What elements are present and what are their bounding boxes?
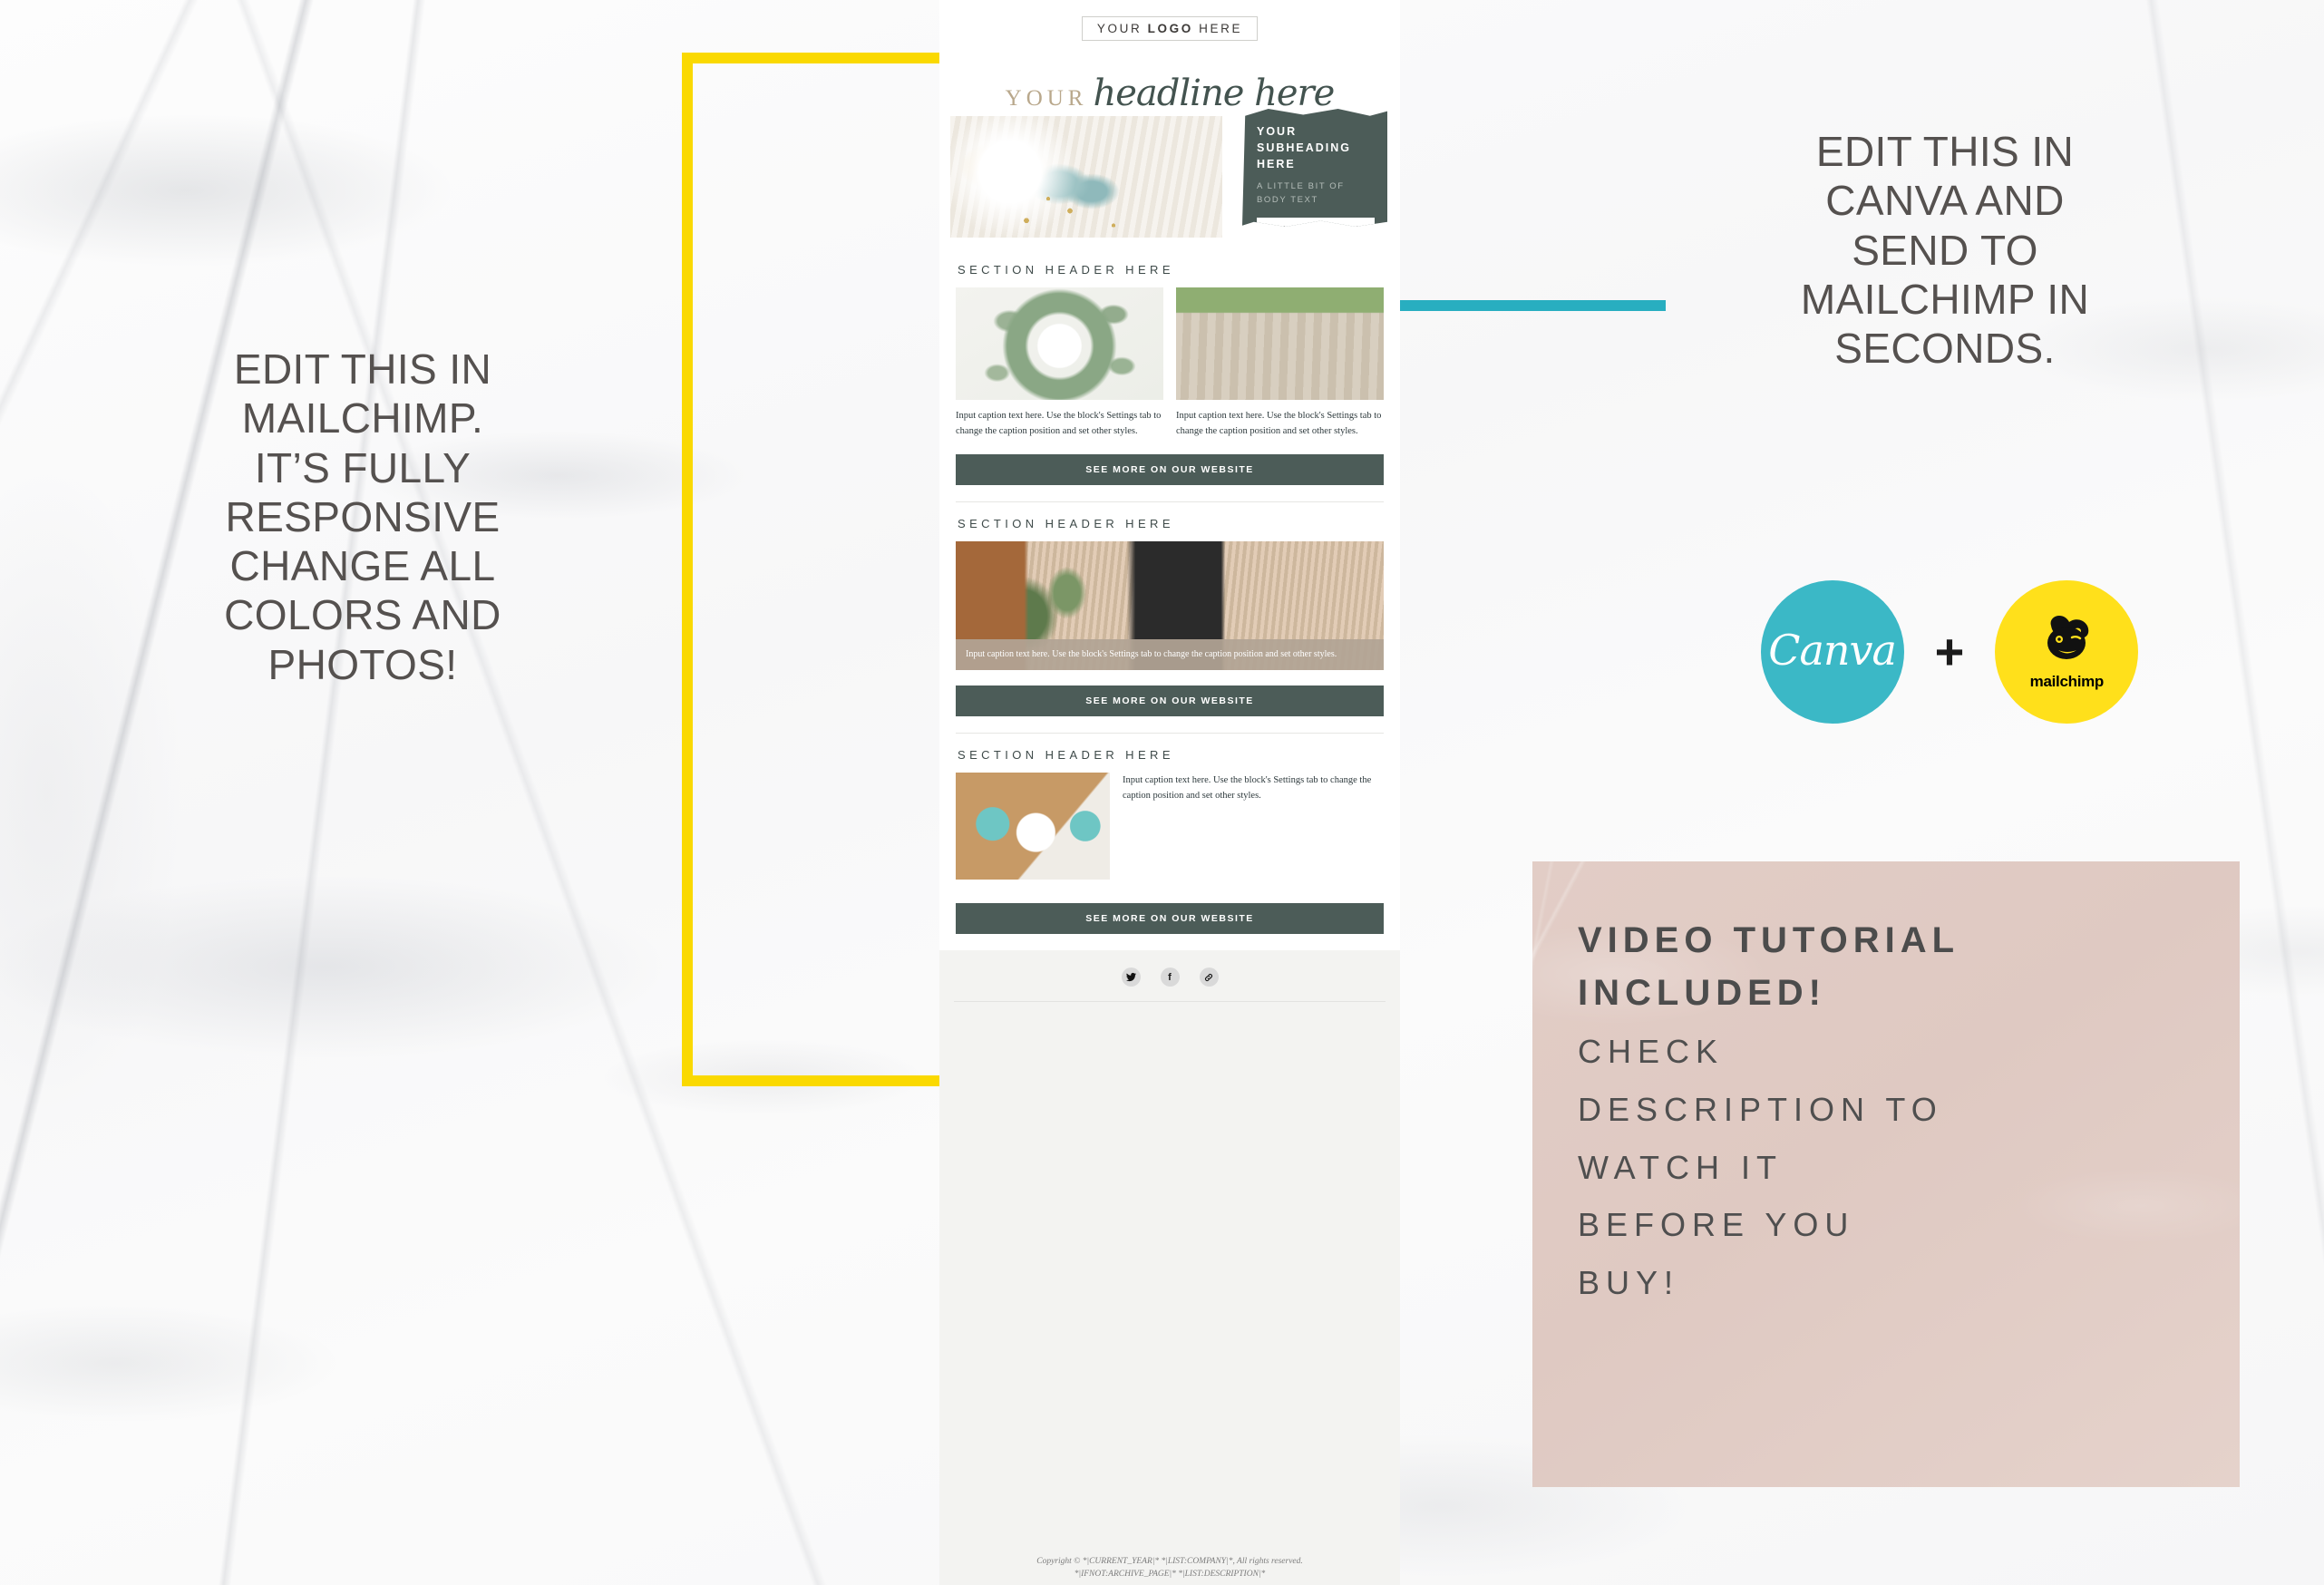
section-1-caption-left: Input caption text here. Use the block's… <box>956 411 1162 436</box>
email-hero-block: YOUR headline here YOUR SUBHEADING HERE A… <box>939 56 1400 248</box>
section-3-header: SECTION HEADER HERE <box>958 748 1174 762</box>
section-1-column-right: Input caption text here. Use the block's… <box>1176 287 1384 439</box>
canva-wordmark: Canva <box>1768 626 1897 675</box>
video-panel-body-line: BEFORE YOU <box>1578 1206 1855 1244</box>
video-tutorial-panel: VIDEO TUTORIAL INCLUDED! CHECK DESCRIPTI… <box>1532 861 2240 1487</box>
section-1-image-left <box>956 287 1163 400</box>
email-body: SECTION HEADER HERE Input caption text h… <box>939 248 1400 950</box>
video-panel-title-line: VIDEO TUTORIAL <box>1578 920 1960 960</box>
section-3-row: Input caption text here. Use the block's… <box>956 773 1384 880</box>
logo-placeholder: YOUR LOGO HERE <box>1081 15 1259 41</box>
video-panel-title-line: INCLUDED! <box>1578 973 1826 1013</box>
email-footer-copyright: Copyright © *|CURRENT_YEAR|* *|LIST:COMP… <box>939 1556 1400 1581</box>
section-2-header: SECTION HEADER HERE <box>958 517 1174 530</box>
left-callout-line: PHOTOS! <box>267 640 458 688</box>
section-1-column-left: Input caption text here. Use the block's… <box>956 287 1163 439</box>
right-callout-line: SECONDS. <box>1834 325 2056 373</box>
hero-text-panel: YOUR SUBHEADING HERE A LITTLE BIT OF BOD… <box>1242 109 1387 227</box>
logo-text-pre: YOUR <box>1096 21 1148 35</box>
right-callout-line: MAILCHIMP IN <box>1800 275 2090 323</box>
section-2-image: Input caption text here. Use the block's… <box>956 541 1384 670</box>
left-callout-line: EDIT THIS IN <box>233 345 492 393</box>
copyright-line-1: Copyright © *|CURRENT_YEAR|* *|LIST:COMP… <box>1036 1557 1303 1566</box>
hero-cta-button[interactable]: CALL TO ACTION <box>1257 217 1375 227</box>
hero-headline: YOUR headline here <box>939 73 1400 114</box>
plus-icon: + <box>1934 623 1965 680</box>
email-logo-block: YOUR LOGO HERE <box>939 0 1400 56</box>
section-3-text: Input caption text here. Use the block's… <box>1123 773 1384 880</box>
yellow-bracket-bottom <box>682 1075 947 1086</box>
hero-headline-plain: YOUR <box>1005 86 1088 111</box>
left-callout-text: EDIT THIS IN MAILCHIMP. IT’S FULLY RESPO… <box>118 345 608 689</box>
left-callout-line: CHANGE ALL <box>229 542 496 590</box>
canva-logo: Canva <box>1760 580 1904 724</box>
hero-body-text: A LITTLE BIT OF BODY TEXT <box>1257 181 1345 205</box>
section-2-cta-button[interactable]: SEE MORE ON OUR WEBSITE <box>956 686 1384 716</box>
section-1-cta-button[interactable]: SEE MORE ON OUR WEBSITE <box>956 454 1384 485</box>
video-panel-body-line: WATCH IT <box>1578 1148 1783 1186</box>
brand-logos-row: Canva + mailchimp <box>1696 580 2203 724</box>
email-template-preview: YOUR LOGO HERE YOUR headline here YOUR SU… <box>939 0 1400 1585</box>
section-1-image-right <box>1176 287 1384 400</box>
section-3-image <box>956 773 1110 880</box>
section-3-cta-button[interactable]: SEE MORE ON OUR WEBSITE <box>956 903 1384 934</box>
hero-headline-script: headline here <box>1093 73 1335 114</box>
left-callout-line: IT’S FULLY <box>254 443 472 491</box>
footer-divider <box>954 1001 1386 1002</box>
mailchimp-wordmark: mailchimp <box>2029 673 2105 690</box>
hero-subheading: YOUR SUBHEADING HERE <box>1257 125 1352 171</box>
video-panel-body-line: DESCRIPTION TO <box>1578 1090 1943 1128</box>
right-callout-line: CANVA AND <box>1825 177 2065 225</box>
logo-text-bold: LOGO <box>1147 21 1193 35</box>
section-1-caption-right: Input caption text here. Use the block's… <box>1176 411 1382 436</box>
facebook-icon[interactable]: f <box>1160 968 1180 987</box>
section-1-header: SECTION HEADER HERE <box>958 263 1174 277</box>
right-callout-text: EDIT THIS IN CANVA AND SEND TO MAILCHIMP… <box>1673 127 2217 373</box>
right-callout-line: EDIT THIS IN <box>1815 128 2075 175</box>
hero-photo <box>950 116 1222 238</box>
video-panel-body-line: CHECK <box>1578 1033 1725 1070</box>
left-callout-line: COLORS AND <box>224 591 501 639</box>
left-callout-line: RESPONSIVE <box>225 492 501 540</box>
logo-text-post: HERE <box>1192 21 1243 35</box>
yellow-bracket-top <box>682 53 947 63</box>
copyright-line-2: *|IFNOT:ARCHIVE_PAGE|* *|LIST:DESCRIPTIO… <box>1074 1569 1266 1579</box>
twitter-icon[interactable] <box>1121 968 1141 987</box>
video-panel-body-line: BUY! <box>1578 1264 1680 1302</box>
section-1-columns: Input caption text here. Use the block's… <box>956 287 1384 439</box>
email-social-bar: f <box>939 950 1400 1001</box>
link-icon[interactable] <box>1199 968 1219 987</box>
left-callout-line: MAILCHIMP. <box>241 394 484 442</box>
teal-connector-horizontal <box>1389 300 1666 311</box>
right-callout-line: SEND TO <box>1852 226 2038 274</box>
mailchimp-logo: mailchimp <box>1995 580 2139 724</box>
yellow-bracket-left <box>682 53 693 1086</box>
mailchimp-monkey-icon <box>2047 616 2089 659</box>
section-2-caption: Input caption text here. Use the block's… <box>956 639 1384 670</box>
section-3-caption: Input caption text here. Use the block's… <box>1123 775 1372 801</box>
